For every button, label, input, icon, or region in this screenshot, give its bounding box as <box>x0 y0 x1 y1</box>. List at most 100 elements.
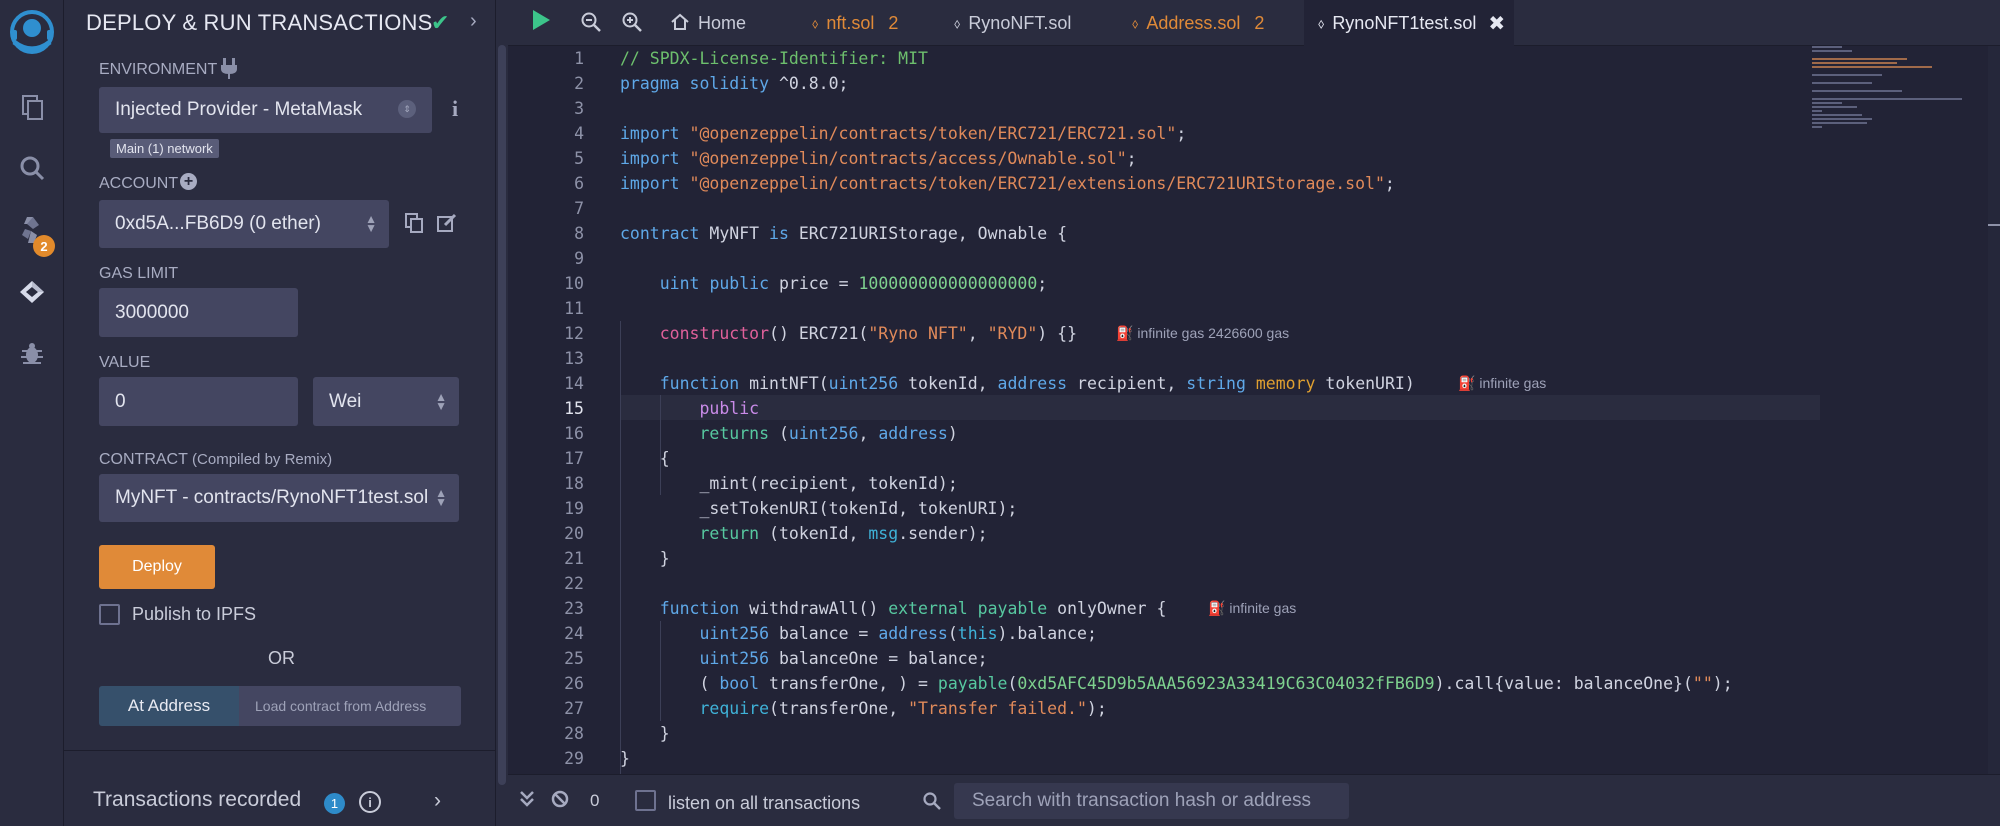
contract-value: MyNFT - contracts/RynoNFT1test.sol <box>115 487 429 508</box>
tab-rynonft-sol[interactable]: ⬨ RynoNFT.sol <box>940 0 1090 46</box>
tab-error-count: 2 <box>888 12 899 33</box>
code-line: 29} <box>564 749 630 768</box>
account-label: ACCOUNT <box>99 175 179 192</box>
contract-select[interactable]: MyNFT - contracts/RynoNFT1test.sol ▲ ▼ <box>99 474 459 522</box>
at-address-button[interactable]: At Address <box>99 686 239 726</box>
transaction-search-input[interactable]: Search with transaction hash or address <box>954 783 1349 819</box>
listen-all-label: listen on all transactions <box>668 793 861 813</box>
clear-console-icon[interactable] <box>550 789 570 815</box>
panel-scrollbar[interactable] <box>496 0 508 826</box>
code-line: 19 _setTokenURI(tokenId, tokenURI); <box>564 499 1018 518</box>
info-icon[interactable]: i <box>452 96 458 122</box>
deploy-run-icon[interactable] <box>0 267 64 317</box>
code-line: 20 return (tokenId, msg.sender); <box>564 524 988 543</box>
environment-label: ENVIRONMENT <box>99 61 218 78</box>
tab-label: RynoNFT1test.sol <box>1332 12 1477 33</box>
code-line: 1// SPDX-License-Identifier: MIT <box>574 49 928 68</box>
select-arrows-icon: ▲ ▼ <box>365 212 377 235</box>
code-line: 8 contract MyNFT is ERC721URIStorage, Own… <box>574 224 1068 243</box>
tab-label: Address.sol <box>1146 12 1241 33</box>
add-account-icon[interactable]: + <box>180 173 197 190</box>
home-icon <box>670 12 690 35</box>
tab-rynonft1test-sol[interactable]: ⬨ RynoNFT1test.sol ✖ <box>1304 0 1514 46</box>
panel-title: DEPLOY & RUN TRANSACTIONS <box>86 10 433 35</box>
solidity-icon: ⬨ <box>1318 14 1325 31</box>
close-icon[interactable]: ✖ <box>1488 11 1505 36</box>
chevron-right-icon[interactable]: › <box>434 789 441 813</box>
code-line: 17 { <box>564 449 670 468</box>
editor-scrollbar[interactable] <box>1988 46 2000 774</box>
code-line: 25 uint256 balanceOne = balance; <box>564 649 988 668</box>
or-label: OR <box>268 648 295 668</box>
solidity-icon: ⬨ <box>1132 14 1139 31</box>
code-line: 16 returns (uint256, address) <box>564 424 958 443</box>
code-line: 5 import "@openzeppelin/contracts/access/… <box>574 149 1137 168</box>
select-arrows-icon: ▲ ▼ <box>435 389 447 413</box>
transactions-recorded-label[interactable]: Transactions recorded <box>93 788 301 812</box>
icon-bar: 2 <box>0 0 64 826</box>
zoom-out-icon[interactable] <box>580 11 602 39</box>
chevron-right-icon[interactable]: › <box>470 10 477 33</box>
deploy-panel: DEPLOY & RUN TRANSACTIONS ✔ › ENVIRONMEN… <box>64 0 496 826</box>
minimap[interactable] <box>1812 46 1980 146</box>
code-line: 22 <box>564 574 584 593</box>
gas-estimate: ⛽ infinite gas <box>1208 600 1297 616</box>
zoom-in-icon[interactable] <box>621 11 643 39</box>
select-arrows-icon: ▲ ▼ <box>435 486 447 509</box>
tab-label: Home <box>698 12 747 33</box>
account-select[interactable]: 0xd5A...FB6D9 (0 ether) ▲ ▼ <box>99 200 389 248</box>
check-icon: ✔ <box>431 10 450 35</box>
tab-home[interactable]: Home <box>656 0 786 46</box>
run-icon[interactable] <box>530 8 552 38</box>
code-editor[interactable]: 1// SPDX-License-Identifier: MIT 2 pragma… <box>508 46 2000 821</box>
code-line: 9 <box>574 249 584 268</box>
environment-select[interactable]: Injected Provider - MetaMask ⇕ <box>99 87 432 133</box>
solidity-icon: ⬨ <box>812 14 819 31</box>
info-icon[interactable]: i <box>359 791 381 813</box>
debugger-icon[interactable] <box>0 328 64 378</box>
value-input[interactable]: 0 <box>99 377 298 426</box>
code-line: 28 } <box>564 724 670 743</box>
listen-all-checkbox[interactable] <box>635 790 656 811</box>
compiler-badge: 2 <box>33 235 55 257</box>
code-line: 10 uint public price = 10000000000000000… <box>564 274 1048 293</box>
code-line: 24 uint256 balance = address(this).balan… <box>564 624 1097 643</box>
edit-icon[interactable] <box>436 212 458 239</box>
tab-address-sol[interactable]: ⬨ Address.sol 2 <box>1118 0 1278 46</box>
deploy-button[interactable]: Deploy <box>99 545 215 589</box>
code-line: 13 <box>564 349 584 368</box>
copy-icon[interactable] <box>404 212 424 239</box>
environment-value: Injected Provider - MetaMask <box>115 99 363 120</box>
file-explorer-icon[interactable] <box>0 82 64 132</box>
search-icon[interactable] <box>0 143 64 193</box>
tab-nft-sol[interactable]: ⬨ nft.sol 2 <box>798 0 918 46</box>
at-address-input[interactable]: Load contract from Address <box>239 686 461 726</box>
gas-estimate-text: infinite gas <box>1229 600 1297 616</box>
collapse-terminal-icon[interactable] <box>518 789 536 815</box>
gas-limit-input[interactable]: 3000000 <box>99 288 298 337</box>
code-line: 26 ( bool transferOne, ) = payable(0xd5A… <box>564 674 1733 693</box>
terminal-bar: 0 listen on all transactions Search with… <box>508 774 2000 826</box>
divider <box>64 750 496 751</box>
gas-estimate: ⛽ infinite gas <box>1458 375 1547 391</box>
scroll-thumb[interactable] <box>498 45 506 785</box>
publish-ipfs-checkbox[interactable] <box>99 604 120 625</box>
code-line: 4 import "@openzeppelin/contracts/token/E… <box>574 124 1187 143</box>
account-value: 0xd5A...FB6D9 (0 ether) <box>115 213 321 234</box>
code-line: 15 public <box>564 399 760 418</box>
gas-estimate-text: infinite gas 2426600 gas <box>1137 325 1290 341</box>
select-arrows-icon: ⇕ <box>398 100 416 118</box>
plug-icon <box>219 56 239 85</box>
code-line: 14 function mintNFT(uint256 tokenId, add… <box>564 374 1415 393</box>
gas-estimate: ⛽ infinite gas 2426600 gas <box>1116 325 1290 341</box>
solidity-icon: ⬨ <box>954 14 961 31</box>
network-tag: Main (1) network <box>110 139 219 158</box>
value-unit-select[interactable]: Wei ▲ ▼ <box>313 377 459 426</box>
contract-sublabel: (Compiled by Remix) <box>192 451 333 468</box>
scroll-marker <box>1988 224 2000 226</box>
code-line: 7 <box>574 199 584 218</box>
value-label: VALUE <box>99 354 151 371</box>
contract-label-text: CONTRACT <box>99 451 188 468</box>
remix-logo-icon[interactable] <box>0 4 64 60</box>
editor-tab-bar: Home ⬨ nft.sol 2 ⬨ RynoNFT.sol ⬨ Address… <box>508 0 2000 46</box>
